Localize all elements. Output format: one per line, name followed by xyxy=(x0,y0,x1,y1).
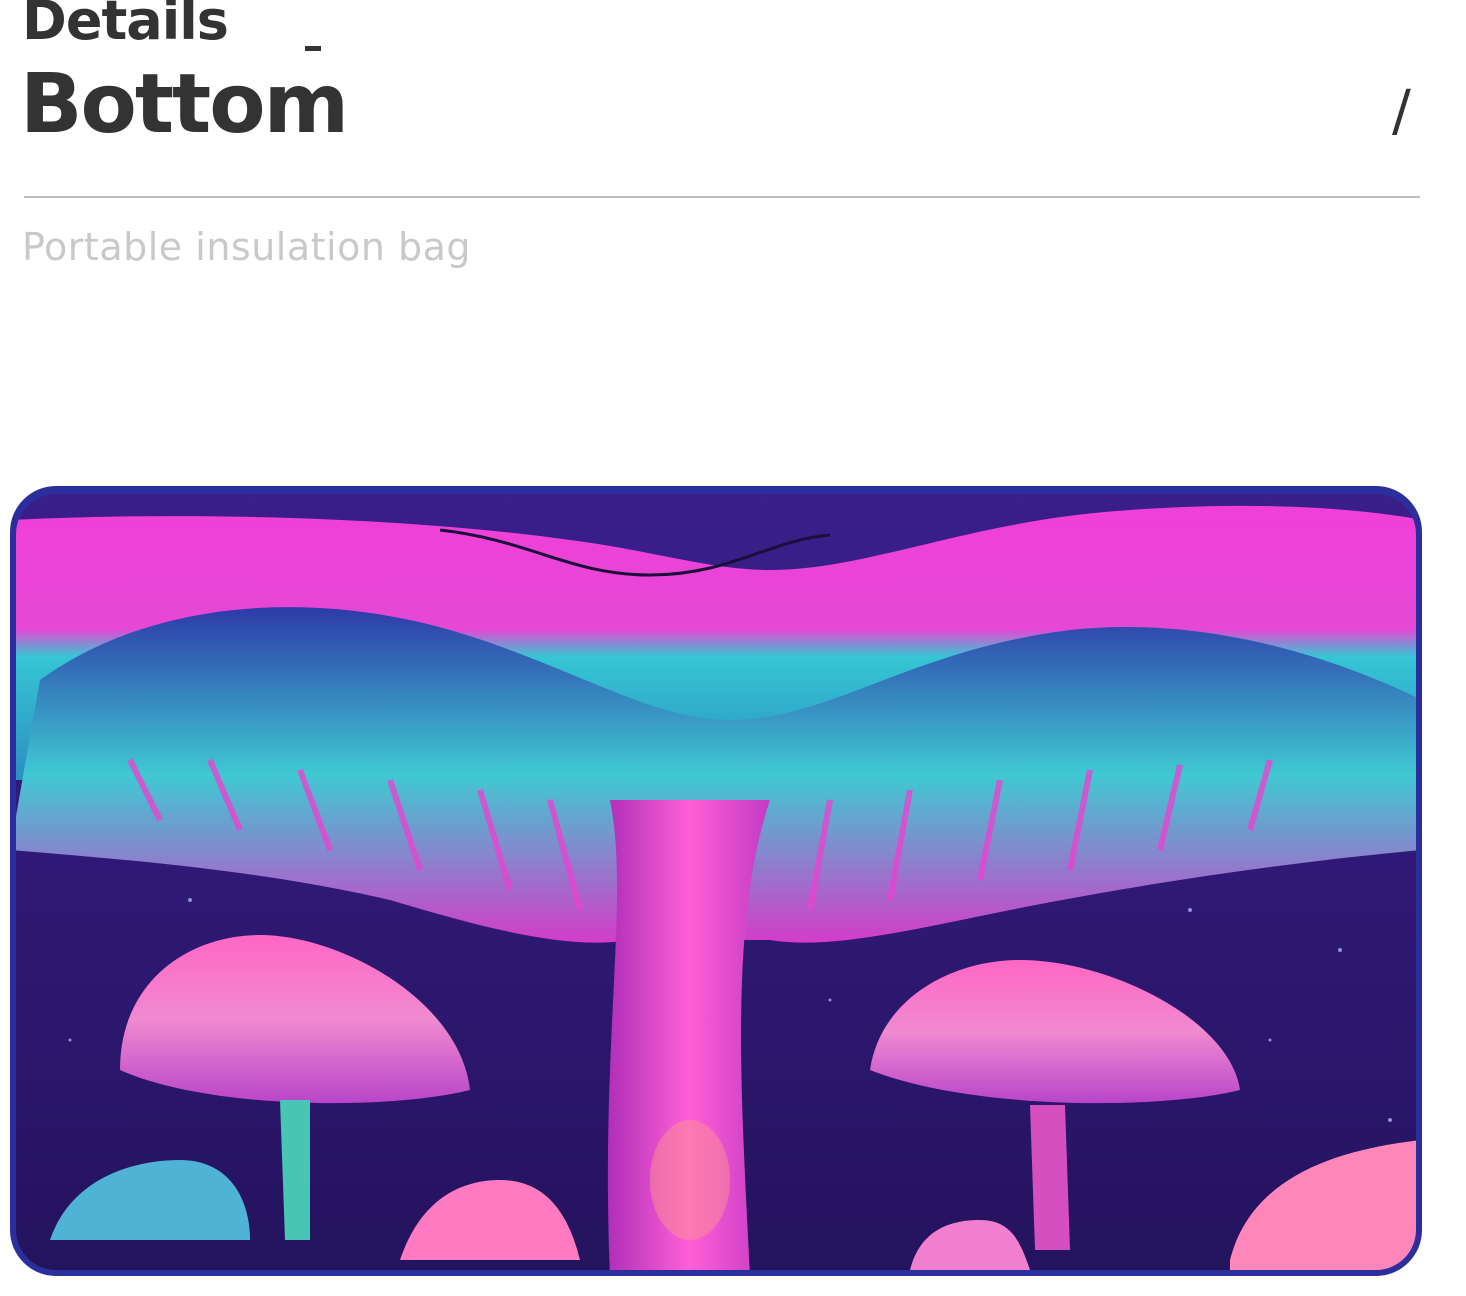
stem-highlight xyxy=(650,1120,730,1240)
product-bottom-panel-image xyxy=(10,486,1422,1276)
details-label: Details xyxy=(22,0,229,52)
small-mushroom-stem-left xyxy=(280,1100,310,1240)
page-title: Bottom xyxy=(20,57,349,152)
header-dash-mark xyxy=(305,46,321,51)
details-header: Details Bottom / Portable insulation bag xyxy=(0,0,1466,300)
slash-mark: / xyxy=(1392,79,1411,144)
header-divider xyxy=(24,196,1420,198)
product-subtitle: Portable insulation bag xyxy=(22,225,472,269)
small-mushroom-stem-right xyxy=(1030,1105,1070,1250)
